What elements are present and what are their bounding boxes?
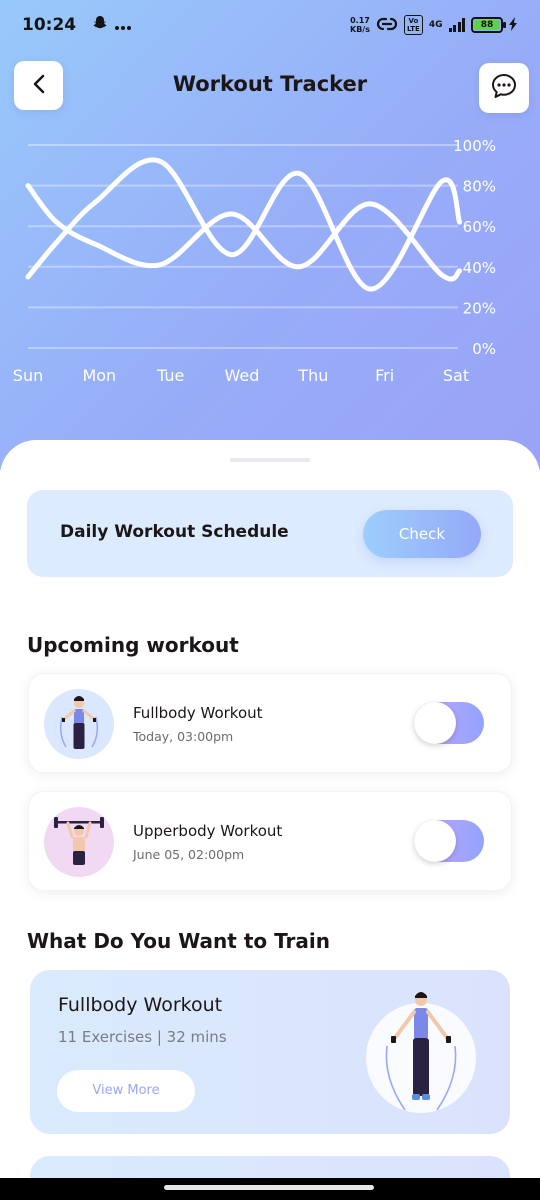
fullbody-illustration <box>365 988 477 1118</box>
x-tick-label: Fri <box>375 366 394 385</box>
snapchat-icon <box>92 15 108 35</box>
net-speed-value: 0.17 <box>350 16 370 25</box>
train-card-subtitle: 11 Exercises | 32 mins <box>58 1028 227 1046</box>
sheet-handle[interactable] <box>230 458 310 462</box>
y-tick-label: 60% <box>463 218 496 236</box>
train-card-fullbody[interactable]: Fullbody Workout 11 Exercises | 32 mins … <box>30 970 510 1134</box>
x-tick-label: Mon <box>82 366 116 385</box>
train-card-title: Fullbody Workout <box>58 994 223 1016</box>
upcoming-title: Upcoming workout <box>27 633 239 657</box>
upcoming-item-title: Upperbody Workout <box>133 822 283 840</box>
x-tick-label: Tue <box>156 366 184 385</box>
x-tick-label: Wed <box>225 366 260 385</box>
net-speed-unit: KB/s <box>350 25 370 34</box>
y-tick-label: 0% <box>472 340 496 358</box>
chat-button[interactable] <box>479 63 529 113</box>
fullbody-avatar <box>44 689 114 759</box>
upcoming-item-time: June 05, 02:00pm <box>133 847 245 862</box>
y-tick-label: 100% <box>453 137 496 155</box>
upcoming-item-fullbody[interactable]: Fullbody Workout Today, 03:00pm <box>28 673 512 773</box>
toggle-knob <box>414 820 456 862</box>
network-type: 4G <box>428 20 443 30</box>
status-right: 0.17 KB/s Vo LTE 4G 88 <box>350 15 518 35</box>
volte-top: Vo <box>408 17 419 25</box>
hotspot-link-icon <box>376 17 398 34</box>
bottom-sheet: Daily Workout Schedule Check Upcoming wo… <box>0 440 540 1200</box>
train-title: What Do You Want to Train <box>27 929 330 953</box>
volte-bottom: LTE <box>406 25 420 33</box>
page-title: Workout Tracker <box>172 72 368 96</box>
check-button[interactable]: Check <box>363 510 481 558</box>
workout-progress-chart: 100% 80% 60% 40% 20% 0% Sun Mon Tue Wed Thu Fri Sat <box>13 137 496 385</box>
notify-toggle[interactable] <box>414 702 484 744</box>
battery-level: 88 <box>474 20 500 30</box>
upcoming-item-time: Today, 03:00pm <box>133 729 234 744</box>
series-line-1 <box>25 157 463 292</box>
chat-bubble-icon <box>490 72 518 104</box>
charging-bolt-icon <box>509 16 518 34</box>
schedule-label: Daily Workout Schedule <box>60 522 289 542</box>
y-tick-label: 40% <box>463 259 496 277</box>
y-tick-label: 20% <box>463 299 496 317</box>
system-nav-bar <box>0 1178 540 1200</box>
daily-schedule-card: Daily Workout Schedule Check <box>27 490 513 577</box>
signal-icon <box>448 18 465 32</box>
battery-icon: 88 <box>471 17 506 33</box>
net-speed: 0.17 KB/s <box>350 16 370 34</box>
notify-toggle[interactable] <box>414 820 484 862</box>
y-tick-label: 80% <box>463 178 496 196</box>
home-gesture-pill[interactable] <box>164 1185 374 1190</box>
x-tick-label: Thu <box>297 366 328 385</box>
x-tick-label: Sat <box>443 366 469 385</box>
x-tick-label: Sun <box>13 366 43 385</box>
toggle-knob <box>414 702 456 744</box>
view-more-button[interactable]: View More <box>57 1070 195 1112</box>
volte-icon: Vo LTE <box>403 15 423 35</box>
status-left: 10:24 <box>22 15 132 35</box>
upcoming-item-upperbody[interactable]: Upperbody Workout June 05, 02:00pm <box>28 791 512 891</box>
status-time: 10:24 <box>22 15 77 35</box>
more-dots-icon <box>114 16 132 35</box>
upcoming-item-title: Fullbody Workout <box>133 704 263 722</box>
status-bar: 10:24 0.17 KB/s Vo LTE 4G 88 <box>0 0 540 50</box>
upperbody-avatar <box>44 807 114 877</box>
